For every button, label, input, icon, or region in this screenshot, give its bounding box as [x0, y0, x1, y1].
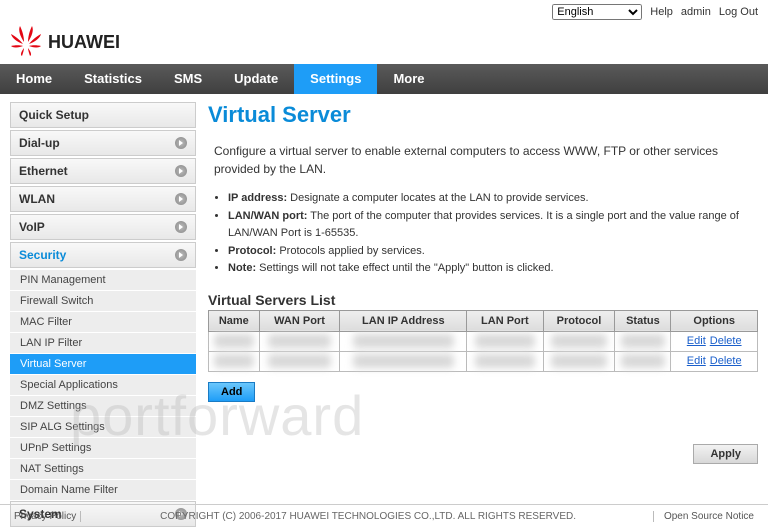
table-row: Edit Delete [209, 351, 758, 371]
footer: Privacy Policy COPYRIGHT (C) 2006-2017 H… [0, 504, 768, 528]
nav-statistics[interactable]: Statistics [68, 64, 158, 94]
sidebar-sub-firewall-switch[interactable]: Firewall Switch [10, 291, 196, 311]
nav-update[interactable]: Update [218, 64, 294, 94]
sidebar-sub-special-applications[interactable]: Special Applications [10, 375, 196, 395]
top-bar: English Help admin Log Out [0, 0, 768, 24]
main-nav: Home Statistics SMS Update Settings More [0, 64, 768, 94]
chevron-right-icon [175, 249, 187, 261]
sidebar-sub-mac-filter[interactable]: MAC Filter [10, 312, 196, 332]
col-lan-ip: LAN IP Address [340, 310, 467, 331]
bullet-note: Note: Settings will not take effect unti… [228, 260, 758, 278]
sidebar-security[interactable]: Security [10, 242, 196, 268]
info-bullets: IP address: Designate a computer locates… [214, 190, 758, 278]
sidebar-sub-domain-name-filter[interactable]: Domain Name Filter [10, 480, 196, 500]
chevron-right-icon [175, 221, 187, 233]
sidebar-sub-nat-settings[interactable]: NAT Settings [10, 459, 196, 479]
table-row: Edit Delete [209, 331, 758, 351]
sidebar-sub-dmz-settings[interactable]: DMZ Settings [10, 396, 196, 416]
help-link[interactable]: Help [650, 6, 673, 18]
main-panel: Virtual Server Configure a virtual serve… [208, 102, 758, 529]
delete-link[interactable]: Delete [710, 355, 742, 367]
list-title: Virtual Servers List [208, 292, 758, 308]
logo-row: HUAWEI [0, 24, 768, 64]
apply-button[interactable]: Apply [693, 444, 758, 464]
page-title: Virtual Server [208, 102, 758, 128]
col-lan-port: LAN Port [467, 310, 543, 331]
privacy-link[interactable]: Privacy Policy [10, 511, 81, 522]
language-select[interactable]: English [552, 4, 642, 20]
nav-home[interactable]: Home [0, 64, 68, 94]
logout-link[interactable]: Log Out [719, 6, 758, 18]
sidebar-quick-setup[interactable]: Quick Setup [10, 102, 196, 128]
huawei-logo-icon: HUAWEI [10, 24, 160, 58]
col-status: Status [615, 310, 671, 331]
sidebar-sub-virtual-server[interactable]: Virtual Server [10, 354, 196, 374]
chevron-right-icon [175, 137, 187, 149]
bullet-protocol: Protocol: Protocols applied by services. [228, 243, 758, 261]
sidebar-sub-lan-ip-filter[interactable]: LAN IP Filter [10, 333, 196, 353]
edit-link[interactable]: Edit [687, 335, 706, 347]
chevron-right-icon [175, 165, 187, 177]
sidebar-ethernet[interactable]: Ethernet [10, 158, 196, 184]
intro-text: Configure a virtual server to enable ext… [214, 142, 758, 178]
oss-link[interactable]: Open Source Notice [660, 511, 758, 522]
copyright-text: COPYRIGHT (C) 2006-2017 HUAWEI TECHNOLOG… [83, 511, 653, 522]
col-name: Name [209, 310, 260, 331]
col-protocol: Protocol [543, 310, 615, 331]
delete-link[interactable]: Delete [710, 335, 742, 347]
bullet-ip: IP address: Designate a computer locates… [228, 190, 758, 208]
admin-link[interactable]: admin [681, 6, 711, 18]
sidebar: Quick Setup Dial-up Ethernet WLAN VoIP S… [10, 102, 196, 529]
nav-settings[interactable]: Settings [294, 64, 377, 94]
col-wan-port: WAN Port [259, 310, 340, 331]
chevron-right-icon [175, 193, 187, 205]
brand-text: HUAWEI [48, 32, 120, 52]
virtual-servers-table: Name WAN Port LAN IP Address LAN Port Pr… [208, 310, 758, 372]
add-button[interactable]: Add [208, 382, 255, 402]
nav-sms[interactable]: SMS [158, 64, 218, 94]
sidebar-voip[interactable]: VoIP [10, 214, 196, 240]
edit-link[interactable]: Edit [687, 355, 706, 367]
sidebar-wlan[interactable]: WLAN [10, 186, 196, 212]
bullet-port: LAN/WAN port: The port of the computer t… [228, 208, 758, 243]
sidebar-sub-sip-alg-settings[interactable]: SIP ALG Settings [10, 417, 196, 437]
sidebar-sub-upnp-settings[interactable]: UPnP Settings [10, 438, 196, 458]
sidebar-sub-pin-management[interactable]: PIN Management [10, 270, 196, 290]
nav-more[interactable]: More [377, 64, 440, 94]
sidebar-dial-up[interactable]: Dial-up [10, 130, 196, 156]
col-options: Options [671, 310, 758, 331]
